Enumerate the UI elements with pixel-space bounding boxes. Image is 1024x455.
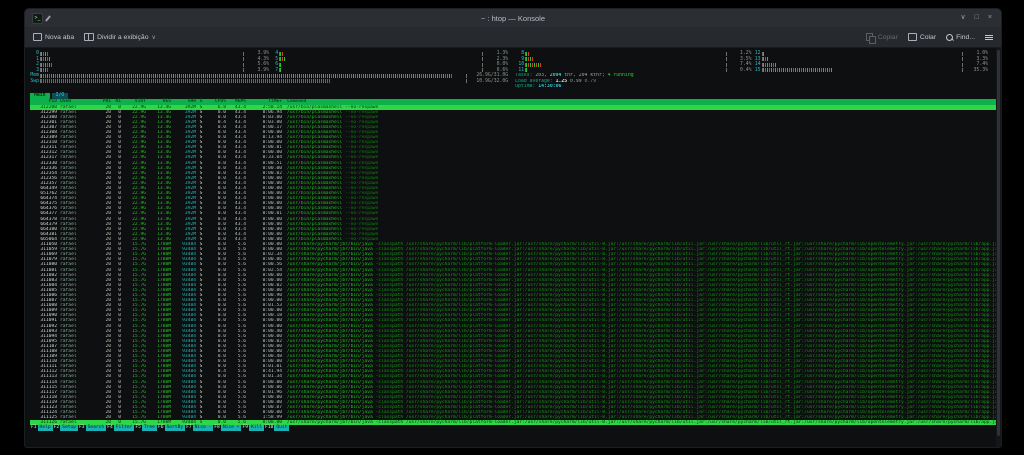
scrollbar[interactable] bbox=[996, 48, 1001, 447]
split-view-label: Dividir a exibição bbox=[97, 33, 149, 41]
window-title: ~ : htop — Konsole bbox=[481, 13, 545, 23]
swap-meter-value: 10.9G/32.0G bbox=[476, 78, 509, 84]
split-view-icon bbox=[84, 33, 95, 41]
new-tab-icon bbox=[33, 33, 42, 41]
paste-button[interactable]: Colar bbox=[907, 33, 937, 41]
new-tab-button[interactable]: Nova aba bbox=[33, 33, 74, 41]
terminal-area[interactable]: 0 3.9% 4 1.3% 1 4.3% 5 2.3% 2 5.6% 6 0.0% 3 3.9% 7 0.6%… bbox=[25, 48, 1001, 447]
cpu-meters-right: 8 1.2% 12 1.0% 9 3.5% 13 3.3% 10 7.4% 14 7.4% 11 0.4%… bbox=[515, 51, 988, 73]
paste-label: Colar bbox=[919, 33, 937, 41]
cpu-meter-14: 14 7.4% bbox=[754, 62, 988, 67]
split-view-button[interactable]: Dividir a exibição ∨ bbox=[84, 33, 156, 41]
fkey-f8[interactable]: F8 Nice + bbox=[213, 425, 242, 432]
cpu-meter-4: 4 1.3% bbox=[275, 51, 509, 56]
cpu-meter-3: 3 3.9% bbox=[36, 67, 270, 73]
titlebar[interactable]: >_ ~ : htop — Konsole ∨ □ × bbox=[25, 9, 1001, 27]
process-command: /usr/share/pycharm/jbr/bin/java -classpa… bbox=[287, 420, 996, 426]
cpu-meter-11: 11 0.4% bbox=[518, 67, 752, 73]
menu-button[interactable] bbox=[985, 34, 993, 40]
cpu-meter-1: 1 4.3% bbox=[36, 56, 270, 62]
cpu-meter-15: 15 35.3% bbox=[754, 67, 988, 73]
find-button[interactable]: Find... bbox=[946, 33, 975, 41]
copy-button[interactable]: Copiar bbox=[865, 33, 898, 44]
fkey-f3[interactable]: F3 Search bbox=[78, 425, 107, 432]
swap-meter: Swp 10.9G/32.0G bbox=[30, 79, 508, 85]
toolbar: Nova aba Dividir a exibição ∨ Copiar Col… bbox=[25, 27, 1001, 48]
chevron-down-icon: ∨ bbox=[151, 34, 156, 41]
hamburger-icon bbox=[985, 34, 993, 40]
copy-icon bbox=[865, 33, 876, 44]
cpu-meter-13: 13 3.3% bbox=[754, 56, 988, 62]
fkey-f4[interactable]: F4 Filter bbox=[106, 425, 135, 432]
fkey-f7[interactable]: F7 Nice - bbox=[185, 425, 214, 432]
maximize-button[interactable]: □ bbox=[975, 9, 979, 27]
close-button[interactable]: × bbox=[988, 9, 992, 27]
uptime-line: Uptime: 14:30:06 bbox=[515, 84, 562, 89]
memory-meter: Mem 26.9G/31.0G bbox=[30, 73, 508, 79]
new-tab-label: Nova aba bbox=[45, 33, 75, 41]
cpu-meter-9: 9 3.5% bbox=[521, 56, 752, 62]
konsole-window: >_ ~ : htop — Konsole ∨ □ × Nova aba Div… bbox=[24, 8, 1002, 448]
fkey-f1[interactable]: F1 Help bbox=[30, 425, 53, 432]
fkey-f10[interactable]: F10 Quit bbox=[264, 425, 290, 432]
find-label: Find... bbox=[956, 33, 975, 41]
minimize-button[interactable]: ∨ bbox=[961, 9, 966, 27]
cpu-meter-12: 12 1.0% bbox=[754, 51, 988, 56]
fkey-f6[interactable]: F6 SortBy bbox=[157, 425, 186, 432]
function-key-bar: F1 Help F2 Setup F3 Search F4 Filter F5 Tree F6 Sor… bbox=[30, 425, 996, 432]
cpu-meter-5: 5 2.3% bbox=[275, 56, 509, 62]
paste-icon bbox=[907, 33, 917, 41]
swap-meter-label: Swp bbox=[30, 78, 39, 84]
cpu-meters-left: 0 3.9% 4 1.3% 1 4.3% 5 2.3% 2 5.6% 6 0.0% 3 3.9% 7 0.6% bbox=[30, 51, 508, 73]
fkey-f5[interactable]: F5 Tree bbox=[134, 425, 157, 432]
cpu-meter-0: 0 3.9% bbox=[36, 51, 270, 56]
cpu-meter-8: 8 1.2% bbox=[521, 51, 752, 56]
cpu-meter-7: 7 0.6% bbox=[275, 67, 509, 73]
search-icon bbox=[946, 33, 954, 41]
cpu-meter-6: 6 0.0% bbox=[275, 62, 509, 67]
scrollbar-thumb[interactable] bbox=[997, 50, 1000, 436]
fkey-f2[interactable]: F2 Setup bbox=[53, 425, 79, 432]
cpu-meter-10: 10 7.4% bbox=[518, 62, 752, 67]
copy-label: Copiar bbox=[877, 33, 898, 41]
konsole-app-icon[interactable]: >_ bbox=[32, 12, 43, 24]
fkey-f9[interactable]: F9 Kill bbox=[241, 425, 265, 432]
cpu-meter-2: 2 5.6% bbox=[36, 62, 270, 67]
process-rows: 312200 rafael 20 0 22.9G 13.4G 392M S 6.8 43.4 2:5… bbox=[30, 104, 996, 426]
htop-header: 0 3.9% 4 1.3% 1 4.3% 5 2.3% 2 5.6% 6 0.0% 3 3.9% 7 0.6%… bbox=[30, 51, 996, 90]
